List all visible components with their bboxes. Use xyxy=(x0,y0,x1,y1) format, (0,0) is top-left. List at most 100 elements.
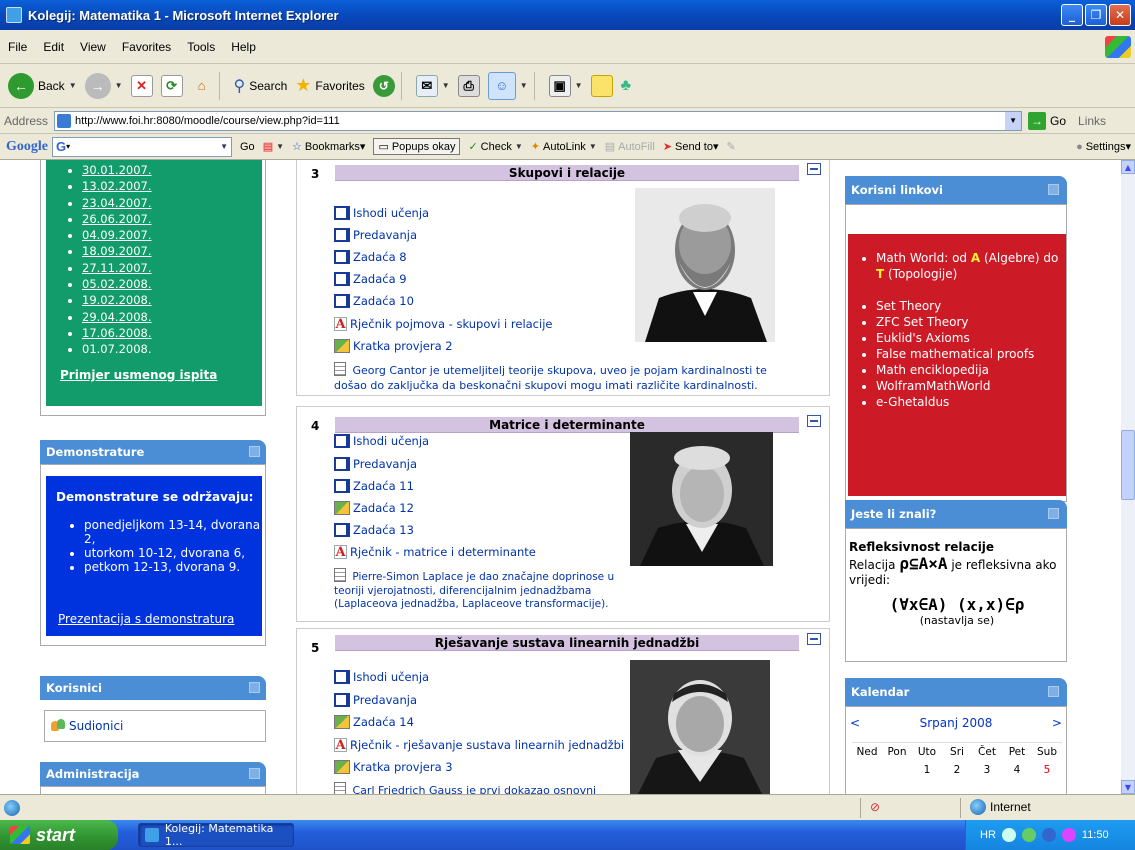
resource-link[interactable]: Zadaća 14 xyxy=(334,715,414,729)
highlight-button[interactable]: ✎ xyxy=(727,140,736,153)
date-link[interactable]: 04.09.2007. xyxy=(82,227,262,243)
antivirus-icon[interactable] xyxy=(1021,828,1036,842)
back-button[interactable]: ← Back ▼ xyxy=(8,72,77,99)
link-item[interactable]: Set Theory xyxy=(876,298,1061,314)
menu-favorites[interactable]: Favorites xyxy=(114,40,179,54)
notes-button[interactable] xyxy=(590,74,613,97)
google-search-input[interactable]: G ▾ ▼ xyxy=(52,136,232,157)
resource-link[interactable]: Zadaća 13 xyxy=(334,523,414,537)
resource-link[interactable]: Zadaća 10 xyxy=(334,294,414,308)
settings-button[interactable]: ● Settings▾ xyxy=(1076,140,1131,154)
collapse-icon[interactable] xyxy=(249,446,260,457)
date-link[interactable]: 30.01.2007. xyxy=(82,162,262,178)
topic-collapse-icon[interactable] xyxy=(807,163,821,175)
resource-link[interactable]: A Rječnik pojmova - skupovi i relacije xyxy=(334,317,552,332)
link-item[interactable]: e-Ghetaldus xyxy=(876,394,1061,410)
resource-link[interactable]: Kratka provjera 2 xyxy=(334,339,453,353)
date-link[interactable]: 05.02.2008. xyxy=(82,276,262,292)
skype-icon[interactable] xyxy=(1061,828,1076,842)
resource-link[interactable]: Zadaća 11 xyxy=(334,479,414,493)
resource-link[interactable]: Predavanja xyxy=(334,228,417,242)
date-link[interactable]: 19.02.2008. xyxy=(82,292,262,308)
topic-collapse-icon[interactable] xyxy=(807,415,821,427)
calendar-day-weekend[interactable]: 5 xyxy=(1032,764,1062,776)
google-news-button[interactable]: ▤ ▼ xyxy=(263,140,284,153)
links-button[interactable]: Links xyxy=(1078,114,1106,128)
calendar-day[interactable]: 3 xyxy=(972,764,1002,776)
start-button[interactable]: start xyxy=(0,820,118,850)
popup-blocked-icon[interactable]: ⊘ xyxy=(870,800,880,814)
link-item[interactable]: Math enciklopedija xyxy=(876,362,1061,378)
edit-button[interactable]: ▣ ▼ xyxy=(548,74,583,97)
messenger-button[interactable]: ☺ ▼ xyxy=(487,71,528,100)
collapse-icon[interactable] xyxy=(249,682,260,693)
research-button[interactable]: ♣ xyxy=(621,77,632,95)
date-link[interactable]: 17.06.2008. xyxy=(82,325,262,341)
link-item[interactable]: WolframMathWorld xyxy=(876,378,1061,394)
home-button[interactable]: ⌂ xyxy=(191,75,213,97)
resource-link[interactable]: A Rječnik - rješavanje sustava linearnih … xyxy=(334,738,624,753)
autolink-button[interactable]: ✦ AutoLink ▼ xyxy=(531,140,597,154)
menu-file[interactable]: File xyxy=(0,40,35,54)
collapse-icon[interactable] xyxy=(249,768,260,779)
prev-month-button[interactable]: < xyxy=(850,716,860,730)
scrollbar-thumb[interactable] xyxy=(1121,430,1135,500)
check-button[interactable]: ✓ Check ▼ xyxy=(468,140,522,154)
address-input[interactable]: http://www.foi.hr:8080/moodle/course/vie… xyxy=(54,110,1023,131)
bookmarks-button[interactable]: ☆ Bookmarks▾ xyxy=(292,140,365,153)
resource-link[interactable]: Ishodi učenja xyxy=(334,670,429,684)
taskbar-item-ie[interactable]: Kolegij: Matematika 1... xyxy=(138,822,294,848)
autofill-button[interactable]: ▤ AutoFill xyxy=(605,140,655,154)
resource-link[interactable]: A Rječnik - matrice i determinante xyxy=(334,545,536,560)
date-link[interactable]: 26.06.2007. xyxy=(82,211,262,227)
date-link[interactable]: 23.04.2007. xyxy=(82,195,262,211)
link-item[interactable]: False mathematical proofs xyxy=(876,346,1061,362)
scroll-up-icon[interactable]: ▲ xyxy=(1121,160,1135,174)
sendto-button[interactable]: ➤ Send to▾ xyxy=(663,140,719,153)
maximize-button[interactable]: ❐ xyxy=(1085,4,1107,26)
messenger-tray-icon[interactable] xyxy=(1041,828,1056,842)
menu-view[interactable]: View xyxy=(72,40,114,54)
close-button[interactable]: ✕ xyxy=(1109,4,1131,26)
minimize-button[interactable]: _ xyxy=(1061,4,1083,26)
link-item[interactable]: ZFC Set Theory xyxy=(876,314,1061,330)
prezentacija-link[interactable]: Prezentacija s demonstratura xyxy=(58,612,234,626)
menu-edit[interactable]: Edit xyxy=(35,40,72,54)
topic-collapse-icon[interactable] xyxy=(807,633,821,645)
sudionici-link[interactable]: Sudionici xyxy=(44,710,266,742)
collapse-icon[interactable] xyxy=(1048,508,1059,519)
network-icon[interactable] xyxy=(1001,828,1016,842)
history-button[interactable]: ↺ xyxy=(372,74,395,97)
calendar-day[interactable]: 4 xyxy=(1002,764,1032,776)
calendar-day[interactable]: 2 xyxy=(942,764,972,776)
resource-link[interactable]: Ishodi učenja xyxy=(334,434,429,448)
resource-link[interactable]: Kratka provjera 3 xyxy=(334,760,453,774)
refresh-button[interactable]: ⟳ xyxy=(160,74,183,97)
print-button[interactable]: ⎙ xyxy=(457,74,480,97)
menu-help[interactable]: Help xyxy=(223,40,264,54)
favorites-button[interactable]: ★ Favorites xyxy=(295,75,365,96)
collapse-icon[interactable] xyxy=(1048,184,1059,195)
primjer-ispita-link[interactable]: Primjer usmenog ispita xyxy=(60,368,217,382)
mail-button[interactable]: ✉ ▼ xyxy=(415,74,450,97)
google-logo[interactable]: Google xyxy=(6,139,48,155)
next-month-button[interactable]: > xyxy=(1052,716,1062,730)
calendar-day[interactable]: 1 xyxy=(912,764,942,776)
date-link[interactable]: 13.02.2007. xyxy=(82,178,262,194)
resource-link[interactable]: Zadaća 9 xyxy=(334,272,407,286)
search-button[interactable]: ⚲ Search xyxy=(234,76,288,96)
vertical-scrollbar[interactable]: ▲ ▼ xyxy=(1121,160,1135,794)
resource-link[interactable]: Ishodi učenja xyxy=(334,206,429,220)
resource-link[interactable]: Predavanja xyxy=(334,693,417,707)
search-dropdown-icon[interactable]: ▼ xyxy=(220,142,231,151)
resource-link[interactable]: Zadaća 8 xyxy=(334,250,407,264)
language-indicator[interactable]: HR xyxy=(980,829,996,841)
stop-button[interactable]: ✕ xyxy=(130,74,153,97)
link-item[interactable]: Euklid's Axioms xyxy=(876,330,1061,346)
resource-link[interactable]: Zadaća 12 xyxy=(334,501,414,515)
go-button[interactable]: → Go xyxy=(1028,111,1066,130)
collapse-icon[interactable] xyxy=(1048,686,1059,697)
menu-tools[interactable]: Tools xyxy=(179,40,223,54)
date-link[interactable]: 18.09.2007. xyxy=(82,243,262,259)
calendar-month[interactable]: Srpanj 2008 xyxy=(920,716,993,730)
